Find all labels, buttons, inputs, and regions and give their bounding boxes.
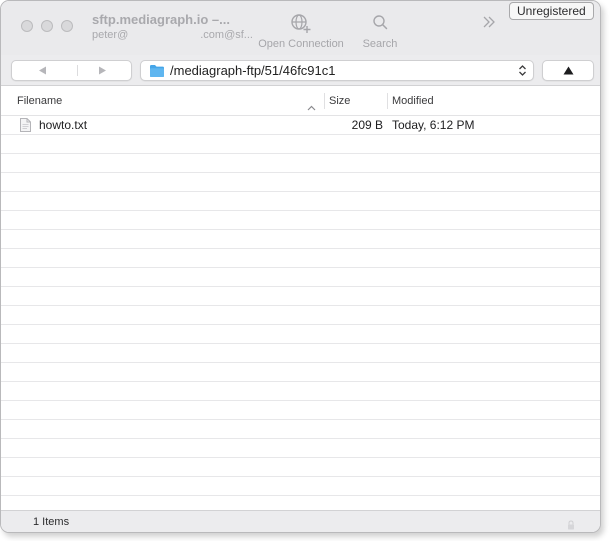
forward-button[interactable] — [72, 61, 132, 80]
column-modified[interactable]: Modified — [392, 95, 434, 107]
file-row[interactable]: howto.txt 209 B Today, 6:12 PM — [1, 116, 600, 135]
text-file-icon — [20, 118, 31, 132]
window-title: sftp.mediagraph.io –... — [92, 12, 230, 27]
status-bar: 1 Items — [1, 510, 600, 532]
triangle-up-icon — [563, 66, 573, 75]
back-button[interactable] — [12, 61, 72, 80]
parent-directory-button[interactable] — [542, 60, 594, 81]
subtitle-user: peter@ — [92, 29, 129, 41]
column-filename[interactable]: Filename — [17, 95, 62, 107]
close-window-button[interactable] — [21, 20, 33, 32]
item-count: 1 Items — [33, 516, 70, 528]
globe-plus-icon — [253, 11, 349, 35]
window-subtitle: peter@ .com@sf... — [92, 29, 253, 41]
sort-ascending-chevron-icon[interactable] — [307, 98, 316, 111]
triangle-right-icon — [98, 66, 106, 75]
file-name: howto.txt — [39, 118, 88, 132]
minimize-window-button[interactable] — [41, 20, 53, 32]
search-icon — [358, 11, 402, 35]
file-modified: Today, 6:12 PM — [392, 118, 475, 132]
title-toolbar: sftp.mediagraph.io –... peter@ .com@sf...… — [1, 1, 600, 55]
current-path: /mediagraph-ftp/51/46fc91c1 — [170, 63, 336, 78]
path-bar: /mediagraph-ftp/51/46fc91c1 — [1, 55, 600, 86]
file-size: 209 B — [351, 118, 383, 132]
subtitle-host: .com@sf... — [200, 29, 253, 41]
toolbar-overflow-chevron-icon[interactable] — [480, 13, 498, 31]
column-size[interactable]: Size — [329, 95, 350, 107]
lock-icon — [567, 517, 575, 530]
unregistered-badge[interactable]: Unregistered — [509, 2, 594, 20]
column-divider[interactable] — [387, 93, 388, 109]
search-button[interactable]: Search — [358, 11, 402, 50]
open-connection-button[interactable]: Open Connection — [253, 11, 349, 50]
browser-window: sftp.mediagraph.io –... peter@ .com@sf...… — [0, 0, 601, 533]
file-list[interactable]: howto.txt 209 B Today, 6:12 PM — [1, 116, 600, 510]
search-label: Search — [362, 38, 398, 50]
chevron-updown-icon — [518, 64, 527, 77]
path-popup[interactable]: /mediagraph-ftp/51/46fc91c1 — [140, 60, 534, 81]
column-divider[interactable] — [324, 93, 325, 109]
column-header: Filename Size Modified — [1, 87, 600, 116]
folder-icon — [149, 64, 165, 78]
redacted-text — [128, 30, 201, 41]
navigation-buttons — [11, 60, 132, 81]
open-connection-label: Open Connection — [258, 38, 344, 50]
zoom-window-button[interactable] — [61, 20, 73, 32]
triangle-left-icon — [38, 66, 46, 75]
